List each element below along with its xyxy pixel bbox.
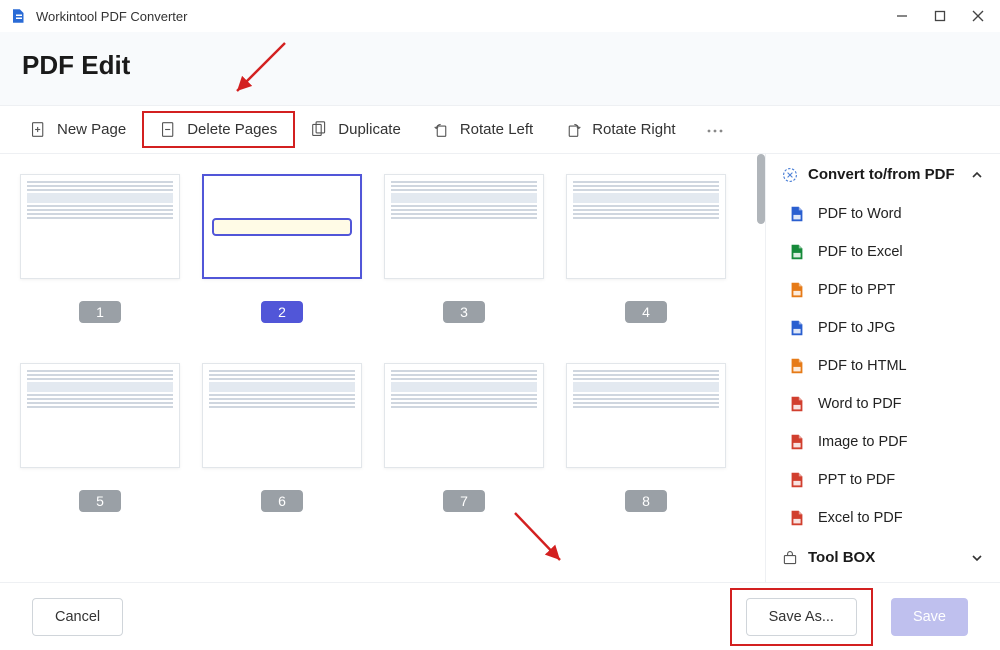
page-thumbnail[interactable] <box>566 363 726 468</box>
page-number-badge: 7 <box>443 490 485 512</box>
tool-label: Duplicate <box>338 121 401 138</box>
header: PDF Edit <box>0 32 1000 106</box>
thumbnail-item: 7 <box>384 363 544 512</box>
convert-item-label: PDF to JPG <box>818 320 895 336</box>
chevron-up-icon <box>970 168 984 182</box>
thumbnail-grid: 1 2 3 4 5 6 7 8 <box>20 174 761 512</box>
save-button[interactable]: Save <box>891 598 968 636</box>
convert-item-label: PDF to Word <box>818 206 902 222</box>
thumbnail-item: 6 <box>202 363 362 512</box>
convert-item[interactable]: PPT to PDF <box>766 461 1000 499</box>
duplicate-button[interactable]: Duplicate <box>295 113 417 146</box>
save-as-highlight: Save As... <box>730 588 873 646</box>
thumbnail-item: 1 <box>20 174 180 323</box>
thumbnails-area: 1 2 3 4 5 6 7 8 <box>0 154 765 582</box>
convert-item[interactable]: Excel to PDF <box>766 499 1000 537</box>
page-number-badge: 1 <box>79 301 121 323</box>
convert-item[interactable]: Image to PDF <box>766 423 1000 461</box>
page-number-badge: 5 <box>79 490 121 512</box>
page-thumbnail[interactable] <box>566 174 726 279</box>
convert-list: PDF to Word PDF to Excel PDF to PPT PDF to … <box>766 195 1000 537</box>
sidebar: Convert to/from PDF PDF to Word PDF to Ex… <box>765 154 1000 582</box>
file-type-icon <box>788 319 806 337</box>
file-type-icon <box>788 395 806 413</box>
scrollbar[interactable] <box>757 154 765 582</box>
cancel-button[interactable]: Cancel <box>32 598 123 636</box>
tool-label: Rotate Left <box>460 121 533 138</box>
file-type-icon <box>788 433 806 451</box>
file-type-icon <box>788 357 806 375</box>
page-thumbnail[interactable] <box>384 174 544 279</box>
app-title: Workintool PDF Converter <box>36 9 890 24</box>
maximize-button[interactable] <box>928 4 952 28</box>
save-as-button[interactable]: Save As... <box>746 598 857 636</box>
page-number-badge: 3 <box>443 301 485 323</box>
thumbnail-item: 2 <box>202 174 362 323</box>
toolbar: New Page Delete Pages Duplicate Rotate L… <box>0 106 1000 154</box>
main: 1 2 3 4 5 6 7 8 Convert to/from PDF PDF to Word… <box>0 154 1000 582</box>
window-controls <box>890 4 990 28</box>
page-thumbnail[interactable] <box>202 363 362 468</box>
file-type-icon <box>788 281 806 299</box>
file-type-icon <box>788 471 806 489</box>
page-number-badge: 4 <box>625 301 667 323</box>
close-button[interactable] <box>966 4 990 28</box>
convert-item-label: PDF to PPT <box>818 282 895 298</box>
page-number-badge: 6 <box>261 490 303 512</box>
rotate-right-button[interactable]: Rotate Right <box>549 113 691 146</box>
convert-item-label: Image to PDF <box>818 434 907 450</box>
thumbnail-item: 4 <box>566 174 726 323</box>
section-title: Convert to/from PDF <box>808 166 955 183</box>
convert-item-label: PDF to Excel <box>818 244 903 260</box>
tool-label: Delete Pages <box>187 121 277 138</box>
delete-pages-button[interactable]: Delete Pages <box>142 111 295 148</box>
file-type-icon <box>788 509 806 527</box>
rotate-left-button[interactable]: Rotate Left <box>417 113 549 146</box>
chevron-down-icon <box>970 551 984 565</box>
page-thumbnail[interactable] <box>202 174 362 279</box>
convert-item-label: Word to PDF <box>818 396 902 412</box>
tool-label: Rotate Right <box>592 121 675 138</box>
convert-icon <box>782 167 798 183</box>
new-page-icon <box>30 121 47 138</box>
page-thumbnail[interactable] <box>20 363 180 468</box>
page-thumbnail[interactable] <box>384 363 544 468</box>
delete-pages-icon <box>160 121 177 138</box>
ellipsis-icon <box>706 128 724 134</box>
page-thumbnail[interactable] <box>20 174 180 279</box>
tool-label: New Page <box>57 121 126 138</box>
convert-item[interactable]: PDF to JPG <box>766 309 1000 347</box>
thumbnail-item: 8 <box>566 363 726 512</box>
convert-item-label: Excel to PDF <box>818 510 903 526</box>
minimize-button[interactable] <box>890 4 914 28</box>
page-title: PDF Edit <box>22 50 978 81</box>
convert-section-header[interactable]: Convert to/from PDF <box>766 154 1000 195</box>
convert-item[interactable]: PDF to HTML <box>766 347 1000 385</box>
app-logo-icon <box>10 7 28 25</box>
file-type-icon <box>788 205 806 223</box>
toolbox-icon <box>782 550 798 566</box>
convert-item[interactable]: PDF to Word <box>766 195 1000 233</box>
new-page-button[interactable]: New Page <box>14 113 142 146</box>
rotate-left-icon <box>433 121 450 138</box>
section-title: Tool BOX <box>808 549 875 566</box>
thumbnail-item: 3 <box>384 174 544 323</box>
convert-item-label: PDF to HTML <box>818 358 907 374</box>
titlebar: Workintool PDF Converter <box>0 0 1000 32</box>
page-number-badge: 8 <box>625 490 667 512</box>
convert-item-label: PPT to PDF <box>818 472 895 488</box>
more-tools-button[interactable] <box>698 113 732 147</box>
toolbox-section-header[interactable]: Tool BOX <box>766 537 1000 578</box>
page-number-badge: 2 <box>261 301 303 323</box>
convert-item[interactable]: PDF to PPT <box>766 271 1000 309</box>
convert-item[interactable]: PDF to Excel <box>766 233 1000 271</box>
thumbnail-item: 5 <box>20 363 180 512</box>
footer: Cancel Save As... Save <box>0 582 1000 650</box>
convert-item[interactable]: Word to PDF <box>766 385 1000 423</box>
rotate-right-icon <box>565 121 582 138</box>
file-type-icon <box>788 243 806 261</box>
duplicate-icon <box>311 121 328 138</box>
